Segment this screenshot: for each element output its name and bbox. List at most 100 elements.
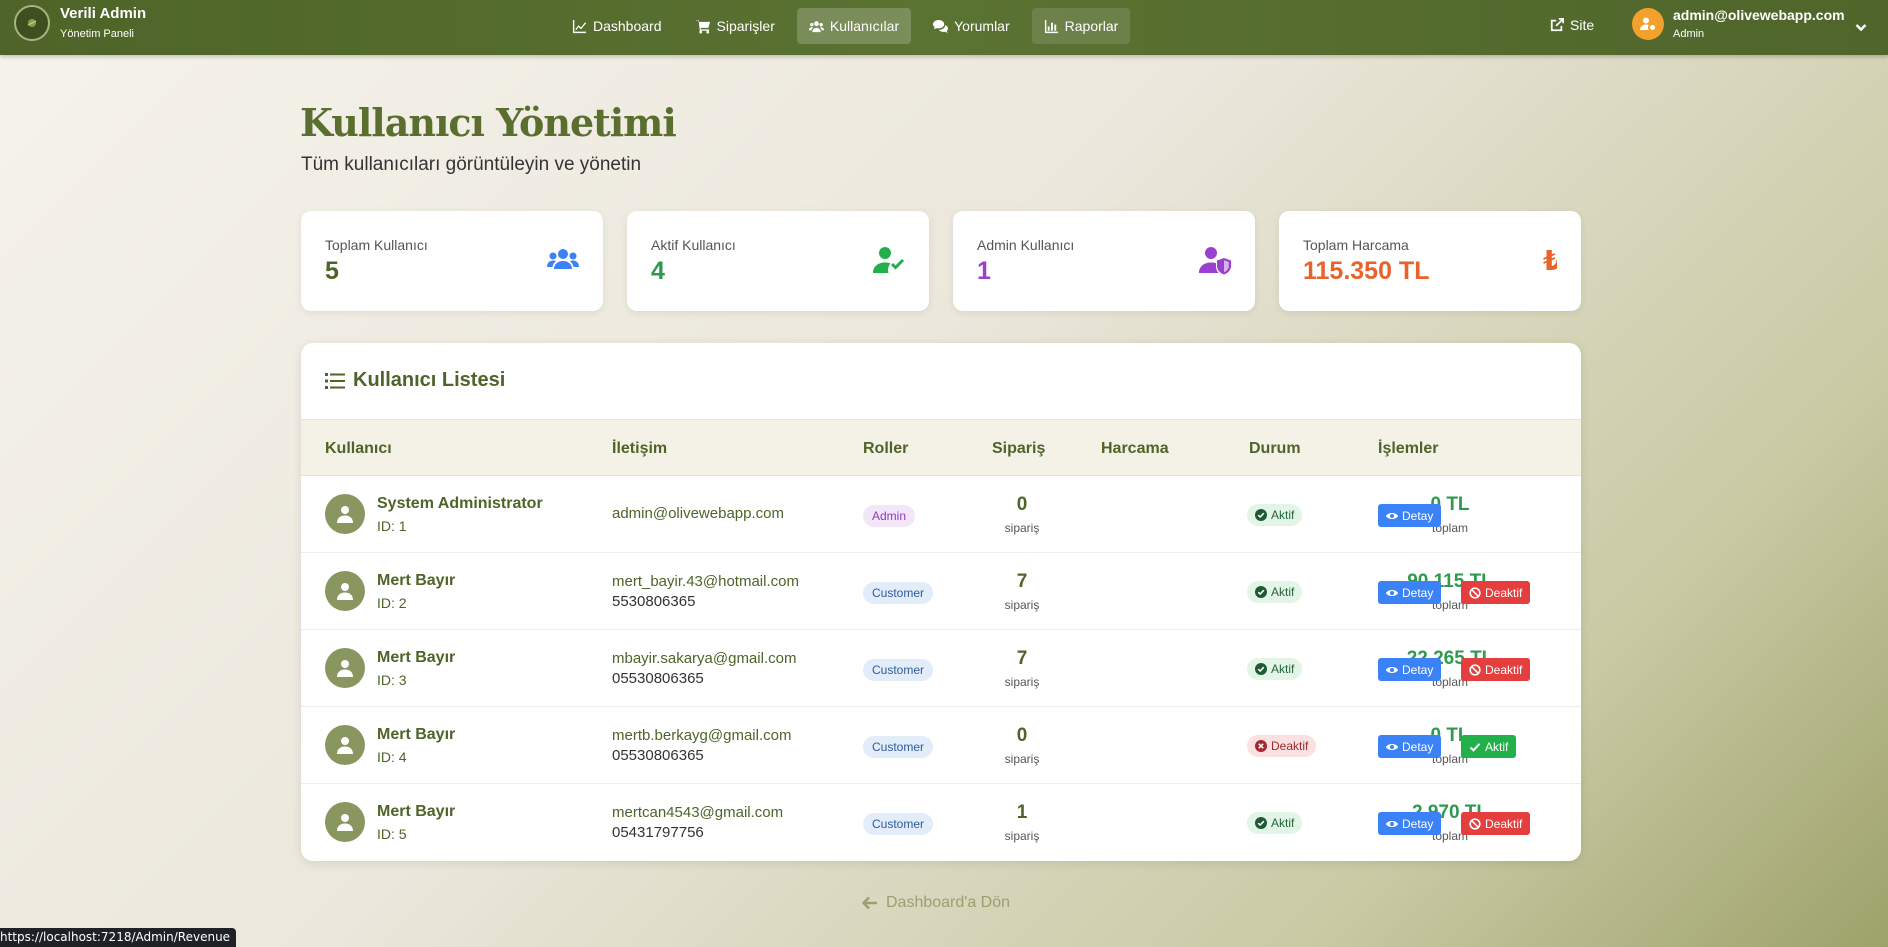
external-link-icon: [1550, 18, 1564, 32]
svg-text:₺: ₺: [1543, 245, 1557, 275]
user-phone: 5530806365: [612, 593, 696, 610]
table-header: Kullanıcı İletişim Roller Sipariş Harcam…: [301, 419, 1581, 476]
role-badge: Customer: [863, 813, 934, 835]
ban-icon: [1469, 817, 1481, 830]
nav-reviews-label: Yorumlar: [954, 18, 1010, 34]
x-circle-icon: [1255, 740, 1267, 752]
nav-reports[interactable]: Raporlar: [1031, 8, 1131, 44]
stat-card-total-users: Toplam Kullanıcı 5: [301, 211, 603, 311]
user-icon: [337, 506, 353, 523]
cart-icon: [695, 19, 710, 34]
user-avatar: [1632, 8, 1664, 40]
user-email[interactable]: mbayir.sakarya@gmail.com: [612, 650, 796, 667]
user-email[interactable]: mertb.berkayg@gmail.com: [612, 727, 791, 744]
status-badge: Aktif: [1247, 581, 1303, 603]
column-header-status[interactable]: Durum: [1249, 440, 1301, 458]
check-circle-icon: [1255, 817, 1267, 829]
nav-users[interactable]: Kullanıcılar: [796, 8, 912, 44]
page-title: Kullanıcı Yönetimi: [300, 100, 677, 145]
detail-button[interactable]: Detay: [1378, 658, 1442, 681]
ban-icon: [1469, 663, 1481, 676]
order-unit: sipariş: [1004, 752, 1040, 766]
page-subtitle: Tüm kullanıcıları görüntüleyin ve yöneti…: [301, 154, 642, 175]
nav-orders[interactable]: Siparişler: [684, 8, 787, 44]
detail-button[interactable]: Detay: [1378, 812, 1442, 835]
check-circle-icon: [1255, 586, 1267, 598]
user-name: Mert Bayır: [377, 726, 456, 743]
table-row: Mert Bayır ID: 4 mertb.berkayg@gmail.com…: [301, 707, 1581, 784]
user-email[interactable]: admin@olivewebapp.com: [612, 505, 784, 522]
stat-label: Admin Kullanıcı: [977, 237, 1075, 253]
user-email: admin@olivewebapp.com: [1673, 7, 1845, 24]
status-badge: Deaktif: [1247, 735, 1317, 757]
user-menu[interactable]: admin@olivewebapp.com Admin: [1632, 7, 1867, 40]
user-id: ID: 1: [377, 518, 407, 534]
deactivate-button[interactable]: Deaktif: [1461, 812, 1531, 835]
eye-icon: [1386, 512, 1398, 519]
brand[interactable]: Verili Admin Yönetim Paneli: [14, 5, 147, 42]
list-icon: [325, 372, 345, 389]
user-email[interactable]: mert_bayir.43@hotmail.com: [612, 573, 799, 590]
column-header-actions[interactable]: İşlemler: [1378, 440, 1438, 458]
order-unit: sipariş: [1004, 598, 1040, 612]
order-count: 7: [1016, 648, 1028, 669]
user-name: Mert Bayır: [377, 649, 456, 666]
detail-button[interactable]: Detay: [1378, 581, 1442, 604]
user-id: ID: 3: [377, 672, 407, 688]
stat-label: Toplam Harcama: [1303, 237, 1409, 253]
site-link[interactable]: Site: [1550, 17, 1594, 33]
user-email[interactable]: mertcan4543@gmail.com: [612, 804, 783, 821]
user-icon: [337, 737, 353, 754]
user-id: ID: 4: [377, 749, 407, 765]
user-icon: [337, 583, 353, 600]
column-header-spend[interactable]: Harcama: [1101, 440, 1169, 458]
user-name: System Administrator: [377, 495, 543, 512]
eye-icon: [1386, 743, 1398, 750]
status-badge: Aktif: [1247, 504, 1303, 526]
user-avatar: [325, 494, 365, 534]
users-icon: [547, 245, 579, 275]
nav-dashboard[interactable]: Dashboard: [560, 8, 674, 44]
table-row: System Administrator ID: 1 admin@olivewe…: [301, 476, 1581, 553]
column-header-user[interactable]: Kullanıcı: [325, 440, 392, 458]
user-id: ID: 2: [377, 595, 407, 611]
column-header-orders[interactable]: Sipariş: [992, 440, 1045, 458]
user-role: Admin: [1673, 27, 1705, 40]
column-header-roles[interactable]: Roller: [863, 440, 908, 458]
eye-icon: [1386, 589, 1398, 596]
user-phone: 05431797756: [612, 824, 704, 841]
check-circle-icon: [1255, 509, 1267, 521]
status-badge: Aktif: [1247, 658, 1303, 680]
chevron-down-icon[interactable]: [1855, 18, 1867, 32]
ban-icon: [1469, 586, 1481, 599]
user-list-title: Kullanıcı Listesi: [325, 369, 505, 392]
activate-button[interactable]: Aktif: [1461, 735, 1517, 758]
brand-subtitle: Yönetim Paneli: [60, 28, 134, 40]
order-unit: sipariş: [1004, 521, 1040, 535]
stat-label: Aktif Kullanıcı: [651, 237, 736, 253]
stat-label: Toplam Kullanıcı: [325, 237, 428, 253]
user-avatar: [325, 571, 365, 611]
user-phone: 05530806365: [612, 670, 704, 687]
user-list-card: Kullanıcı Listesi Kullanıcı İletişim Rol…: [301, 343, 1581, 861]
user-phone: 05530806365: [612, 747, 704, 764]
nav-reviews[interactable]: Yorumlar: [921, 8, 1022, 44]
role-badge: Admin: [863, 505, 916, 527]
brand-logo: [14, 5, 50, 42]
table-row: Mert Bayır ID: 2 mert_bayir.43@hotmail.c…: [301, 553, 1581, 630]
column-header-contact[interactable]: İletişim: [612, 440, 667, 458]
brand-title: Verili Admin: [60, 5, 147, 22]
users-icon: [808, 20, 824, 32]
user-name: Mert Bayır: [377, 572, 456, 589]
detail-button[interactable]: Detay: [1378, 504, 1442, 527]
deactivate-button[interactable]: Deaktif: [1461, 658, 1531, 681]
back-link-label: Dashboard'a Dön: [886, 894, 1011, 911]
deactivate-button[interactable]: Deaktif: [1461, 581, 1531, 604]
back-to-dashboard-link[interactable]: Dashboard'a Dön: [862, 894, 1010, 912]
user-check-icon: [873, 245, 905, 275]
detail-button[interactable]: Detay: [1378, 735, 1442, 758]
user-avatar: [325, 802, 365, 842]
status-badge: Aktif: [1247, 812, 1303, 834]
user-gear-icon: [1640, 17, 1655, 30]
nav-users-label: Kullanıcılar: [829, 18, 900, 34]
